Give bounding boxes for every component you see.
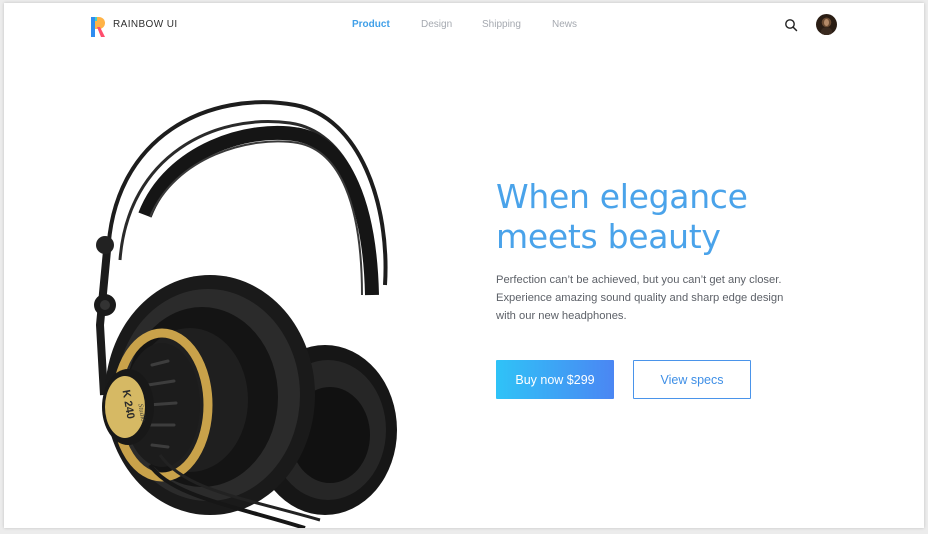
hero-title-line-2: meets beauty <box>496 217 721 256</box>
hero-title-line-1: When elegance <box>496 177 748 216</box>
nav-item-news[interactable]: News <box>552 19 577 30</box>
app-window: RAINBOW UI Product Design Shipping News <box>4 3 924 530</box>
avatar-face <box>824 19 829 26</box>
headphones-product-image: K 240 Studio <box>90 95 410 530</box>
search-icon <box>785 19 798 32</box>
brand-name[interactable]: RAINBOW UI <box>113 19 178 30</box>
brand-logo[interactable] <box>91 17 105 37</box>
hero-title: When elegance meets beauty <box>496 177 796 257</box>
buy-now-button[interactable]: Buy now $299 <box>496 360 614 399</box>
nav-item-shipping[interactable]: Shipping <box>482 19 521 30</box>
avatar-body <box>821 27 832 35</box>
nav-item-design[interactable]: Design <box>421 19 452 30</box>
view-specs-button[interactable]: View specs <box>633 360 751 399</box>
avatar[interactable] <box>816 14 837 35</box>
rainbow-r-logo-icon <box>91 17 105 37</box>
nav-item-product[interactable]: Product <box>352 19 390 30</box>
search-button[interactable] <box>784 18 798 32</box>
hero-description: Perfection can’t be achieved, but you ca… <box>496 274 784 322</box>
